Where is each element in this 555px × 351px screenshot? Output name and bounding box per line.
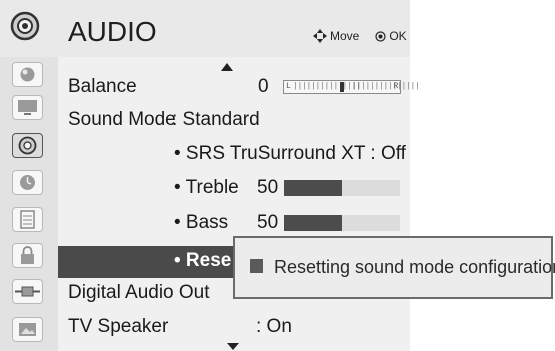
- lock-icon: [21, 246, 34, 264]
- balance-slider-right-label: R: [393, 82, 398, 91]
- page-title: AUDIO: [68, 16, 157, 47]
- treble-level-fill: [284, 180, 342, 196]
- balance-value: 0: [258, 76, 269, 97]
- input-icon: [15, 286, 40, 297]
- sound-mode-value: : Standard: [172, 109, 260, 130]
- treble-value: 50: [257, 177, 279, 198]
- tv-screen-icon: [18, 100, 37, 115]
- tv-speaker-label[interactable]: TV Speaker: [68, 316, 168, 338]
- bass-level-fill: [284, 215, 342, 231]
- sidebar-item-audio[interactable]: [12, 133, 43, 158]
- audio-menu-list: Balance 0 L ||||||||||||||| ||||||||||||…: [58, 57, 420, 351]
- picture-icon: [20, 67, 35, 82]
- balance-label[interactable]: Balance: [68, 76, 137, 98]
- balance-slider[interactable]: L ||||||||||||||| ||||||||||||||| R: [283, 80, 420, 94]
- treble-level-bar[interactable]: [284, 180, 400, 196]
- sidebar-item-option[interactable]: [12, 207, 43, 232]
- sidebar-item-input[interactable]: [12, 279, 43, 304]
- option-icon: [20, 210, 35, 229]
- move-hint-label: Move: [330, 29, 360, 43]
- popup-message: Resetting sound mode configuration...: [274, 257, 555, 277]
- ok-button-icon: [375, 30, 386, 42]
- scroll-down-arrow-icon[interactable]: [227, 343, 239, 350]
- menu-header: AUDIO Move OK: [0, 0, 410, 57]
- bass-level-bar[interactable]: [284, 215, 400, 231]
- sidebar-item-time[interactable]: [12, 170, 43, 195]
- balance-slider-knob[interactable]: [340, 82, 344, 92]
- time-icon: [20, 175, 35, 190]
- srs-trusurround-item[interactable]: • SRS TruSurround XT : Off: [174, 143, 406, 165]
- scroll-up-arrow-icon[interactable]: [221, 63, 233, 71]
- move-arrows-icon: [313, 29, 327, 43]
- reset-notification-popup: Resetting sound mode configuration...: [233, 236, 555, 299]
- sidebar-item-screen[interactable]: [12, 95, 43, 120]
- sidebar: [0, 57, 58, 351]
- balance-slider-left-label: L: [286, 82, 291, 91]
- tv-speaker-value: : On: [256, 316, 292, 337]
- bass-label[interactable]: • Bass: [174, 212, 228, 234]
- info-icon: [250, 259, 263, 273]
- sidebar-item-picture[interactable]: [12, 62, 43, 87]
- photo-icon: [19, 323, 36, 336]
- digital-audio-out-item[interactable]: Digital Audio Out: [68, 282, 210, 304]
- nav-hint: Move OK: [313, 29, 407, 43]
- sidebar-item-photo[interactable]: [12, 317, 43, 342]
- sidebar-item-lock[interactable]: [12, 243, 43, 268]
- sound-mode-label[interactable]: Sound Mode: [68, 109, 176, 131]
- audio-icon: [18, 136, 37, 155]
- audio-icon: [10, 11, 40, 41]
- treble-label[interactable]: • Treble: [174, 177, 239, 199]
- bass-value: 50: [257, 212, 279, 233]
- ok-hint-label: OK: [389, 29, 407, 43]
- reset-label: • Rese: [174, 250, 232, 271]
